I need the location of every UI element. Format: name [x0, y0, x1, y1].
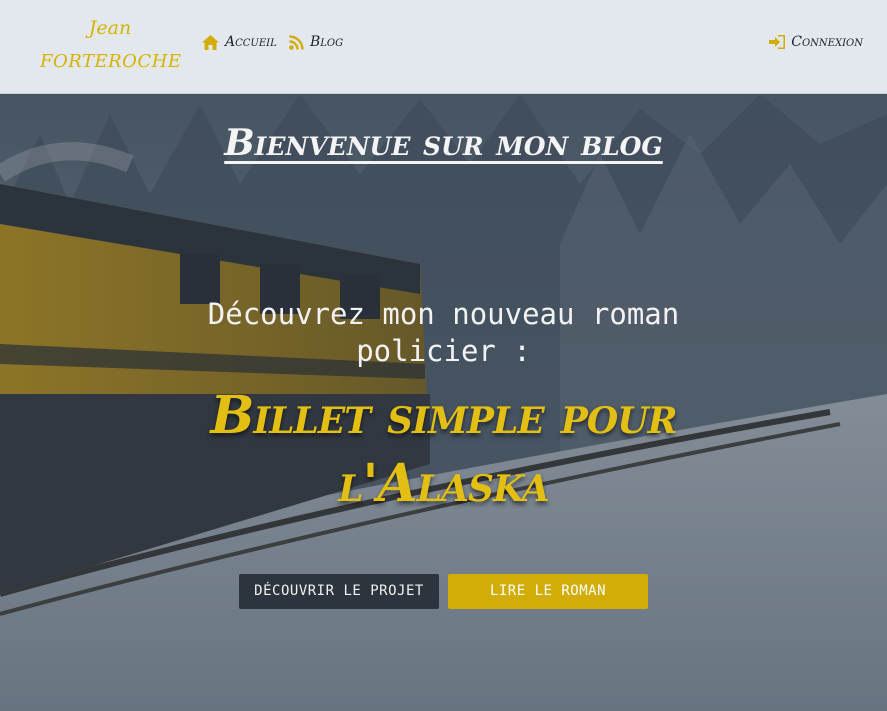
hero-intro: Découvrez mon nouveau roman policier :: [207, 297, 680, 368]
discover-project-button[interactable]: DÉCOUVRIR LE PROJET: [239, 574, 439, 609]
navbar: Jean FORTEROCHE Accueil Blog Connexion: [0, 0, 887, 94]
nav-home-label: Accueil: [225, 34, 277, 50]
brand-last-name: FORTEROCHE: [40, 51, 182, 72]
hero-section: Bienvenue sur mon blog Découvrez mon nou…: [0, 94, 887, 711]
novel-title: Billet simple pour l'Alaska: [210, 385, 677, 514]
nav-login-label: Connexion: [791, 34, 863, 50]
nav-login-link[interactable]: Connexion: [769, 34, 863, 50]
brand-first-name: Jean: [88, 17, 132, 39]
hero-title: Bienvenue sur mon blog: [224, 122, 663, 164]
brand-logo[interactable]: Jean FORTEROCHE: [40, 12, 182, 78]
home-icon: [202, 34, 219, 50]
nav-home-link[interactable]: Accueil: [202, 34, 277, 50]
rss-icon: [289, 34, 304, 50]
read-novel-button[interactable]: LIRE LE ROMAN: [448, 574, 648, 609]
sign-in-icon: [769, 35, 786, 49]
nav-blog-link[interactable]: Blog: [289, 34, 343, 50]
nav-blog-label: Blog: [310, 34, 344, 50]
